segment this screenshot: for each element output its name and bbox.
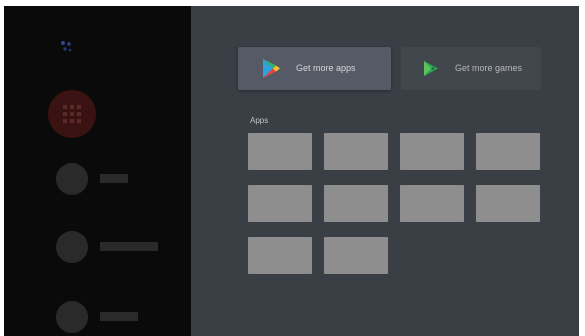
google-mic-icon [61, 41, 72, 52]
get-more-apps-label: Get more apps [296, 63, 356, 73]
app-tile[interactable] [400, 133, 464, 170]
sidebar-item-2[interactable] [56, 231, 88, 263]
app-tile[interactable] [324, 237, 388, 274]
apps-grid-icon [63, 105, 81, 123]
tv-screen: Get more apps Get more games Apps [4, 6, 579, 336]
get-more-games-label: Get more games [455, 63, 523, 73]
google-play-store-icon [263, 59, 280, 78]
sidebar-search[interactable] [58, 38, 188, 54]
app-tile[interactable] [324, 185, 388, 222]
app-tile[interactable] [248, 237, 312, 274]
apps-grid [248, 133, 542, 274]
app-tile[interactable] [248, 185, 312, 222]
sidebar-item-3[interactable] [56, 301, 88, 333]
get-more-games-button[interactable]: Get more games [401, 47, 541, 90]
sidebar-item-2-label [100, 242, 158, 251]
sidebar-item-1[interactable] [56, 163, 88, 195]
get-more-apps-button[interactable]: Get more apps [238, 47, 391, 90]
main-content: Get more apps Get more games Apps [191, 6, 579, 336]
google-play-games-icon [424, 61, 438, 76]
sidebar-item-1-label [100, 174, 128, 183]
sidebar-item-3-label [100, 312, 138, 321]
sidebar [4, 6, 191, 336]
app-tile[interactable] [476, 133, 540, 170]
app-tile[interactable] [248, 133, 312, 170]
app-tile[interactable] [324, 133, 388, 170]
app-tile[interactable] [476, 185, 540, 222]
apps-section-title: Apps [250, 116, 269, 125]
app-tile[interactable] [400, 185, 464, 222]
sidebar-item-apps[interactable] [48, 90, 96, 138]
